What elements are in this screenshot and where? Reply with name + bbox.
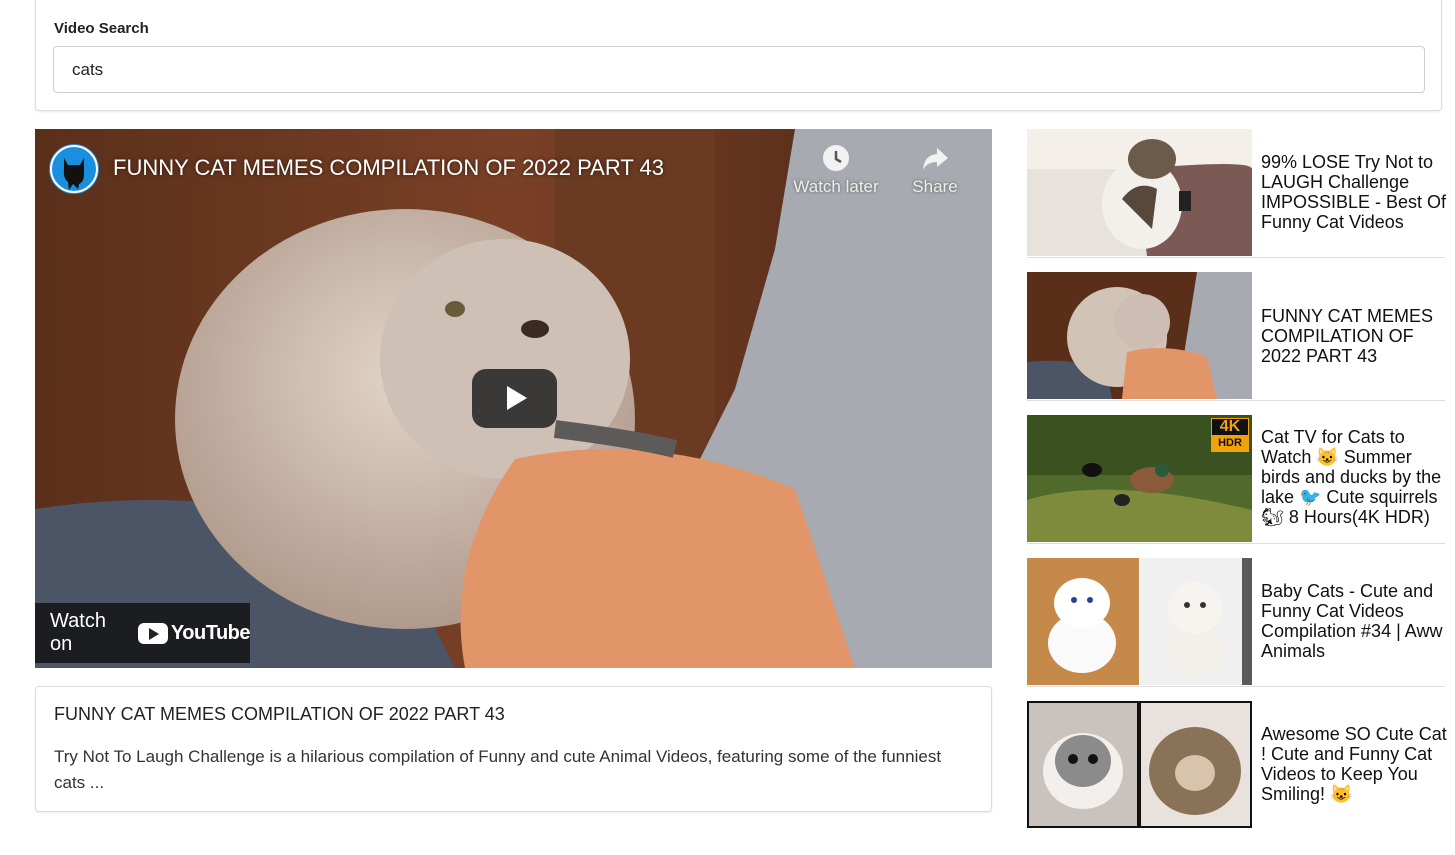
video-thumbnail[interactable] bbox=[1027, 272, 1252, 399]
share-label: Share bbox=[912, 177, 958, 196]
watch-later-label: Watch later bbox=[793, 177, 879, 196]
video-detail-description: Try Not To Laugh Challenge is a hilariou… bbox=[54, 747, 942, 792]
video-player[interactable]: FUNNY CAT MEMES COMPILATION OF 2022 PART… bbox=[35, 129, 992, 668]
video-item-title[interactable]: FUNNY CAT MEMES COMPILATION OF 2022 PART… bbox=[1261, 306, 1447, 366]
search-label: Video Search bbox=[54, 20, 149, 37]
video-list-item[interactable]: Baby Cats - Cute and Funny Cat Videos Co… bbox=[1027, 558, 1445, 687]
video-list-item[interactable]: Awesome SO Cute Cat ! Cute and Funny Cat… bbox=[1027, 701, 1447, 829]
share-button[interactable]: Share bbox=[885, 143, 985, 197]
quality-badge: 4K HDR bbox=[1211, 418, 1249, 452]
watch-later-button[interactable]: Watch later bbox=[786, 143, 886, 197]
video-thumbnail[interactable] bbox=[1027, 129, 1252, 256]
video-thumbnail[interactable] bbox=[1027, 701, 1252, 828]
video-item-title[interactable]: Baby Cats - Cute and Funny Cat Videos Co… bbox=[1261, 581, 1447, 661]
youtube-play-icon bbox=[137, 622, 168, 644]
video-list-item[interactable]: FUNNY CAT MEMES COMPILATION OF 2022 PART… bbox=[1027, 272, 1445, 401]
video-list-item[interactable]: 4K HDR Cat TV for Cats to Watch 😺 Summer… bbox=[1027, 415, 1445, 544]
video-item-title[interactable]: Awesome SO Cute Cat ! Cute and Funny Cat… bbox=[1261, 724, 1447, 804]
channel-avatar[interactable] bbox=[49, 144, 99, 194]
watch-on-youtube-button[interactable]: Watch on YouTube bbox=[35, 603, 251, 663]
video-list-item[interactable]: 99% LOSE Try Not to LAUGH Challenge IMPO… bbox=[1027, 129, 1447, 258]
video-detail-card: FUNNY CAT MEMES COMPILATION OF 2022 PART… bbox=[35, 686, 992, 812]
search-input[interactable] bbox=[53, 46, 1425, 93]
play-button[interactable] bbox=[472, 369, 557, 428]
channel-logo-icon bbox=[50, 145, 98, 193]
video-detail-title: FUNNY CAT MEMES COMPILATION OF 2022 PART… bbox=[54, 704, 505, 724]
video-item-title[interactable]: Cat TV for Cats to Watch 😺 Summer birds … bbox=[1261, 427, 1447, 527]
search-card: Video Search bbox=[35, 0, 1442, 111]
youtube-brand-text: YouTube bbox=[170, 621, 251, 644]
video-title-overlay[interactable]: FUNNY CAT MEMES COMPILATION OF 2022 PART… bbox=[113, 155, 664, 181]
share-icon bbox=[923, 148, 948, 170]
video-item-title[interactable]: 99% LOSE Try Not to LAUGH Challenge IMPO… bbox=[1261, 152, 1447, 232]
watch-on-label: Watch on bbox=[50, 610, 106, 655]
video-thumbnail[interactable]: 4K HDR bbox=[1027, 415, 1252, 542]
clock-icon bbox=[823, 145, 849, 171]
youtube-logo: YouTube bbox=[137, 621, 251, 645]
video-thumbnail[interactable] bbox=[1027, 558, 1252, 685]
